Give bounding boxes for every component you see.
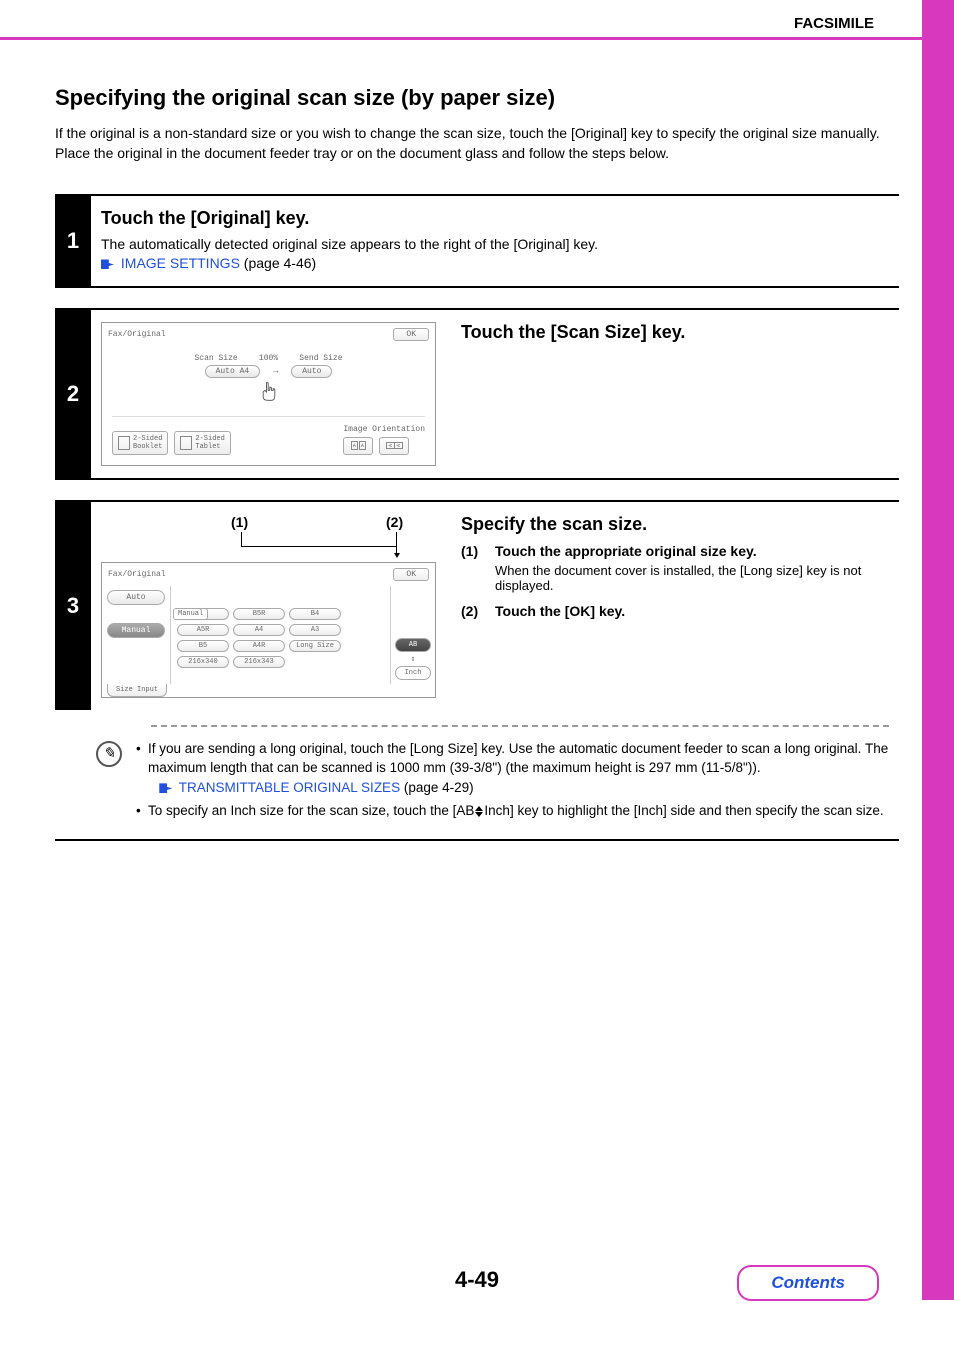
- orientation-label: Image Orientation: [343, 425, 425, 434]
- tablet-icon: [180, 436, 192, 450]
- size-a5r-button[interactable]: A5R: [177, 624, 229, 636]
- note-2: To specify an Inch size for the scan siz…: [136, 801, 889, 821]
- step1-desc-text: The automatically detected original size…: [101, 236, 598, 252]
- scan-size-label: Scan Size: [181, 354, 251, 363]
- step-1: 1 Touch the [Original] key. The automati…: [55, 194, 899, 288]
- step2-title: Touch the [Scan Size] key.: [461, 322, 889, 343]
- transmittable-sizes-link[interactable]: TRANSMITTABLE ORIGINAL SIZES: [179, 780, 400, 795]
- callout-2: (2): [386, 514, 403, 530]
- note-1: If you are sending a long original, touc…: [136, 739, 889, 798]
- link-page-ref: (page 4-29): [400, 780, 474, 795]
- two-sided-booklet-button[interactable]: 2-Sided Booklet: [112, 431, 168, 455]
- step-number: 2: [55, 310, 91, 478]
- orientation-landscape-button[interactable]: AA: [379, 437, 409, 455]
- sub2-title: Touch the [OK] key.: [495, 603, 625, 619]
- ab-inch-toggle-icon: [475, 802, 483, 821]
- step-2: 2 Fax/Original OK Scan Size 100% Send Si…: [55, 308, 899, 480]
- scan-size-button[interactable]: Auto A4: [205, 365, 261, 378]
- step1-title: Touch the [Original] key.: [101, 208, 889, 229]
- link-page-ref: (page 4-46): [240, 255, 316, 271]
- page-title: Specifying the original scan size (by pa…: [55, 85, 899, 111]
- booklet-label: 2-Sided Booklet: [133, 435, 162, 451]
- screen-title: Fax/Original: [108, 570, 166, 579]
- screen-title: Fax/Original: [108, 330, 166, 339]
- contents-button[interactable]: Contents: [737, 1265, 879, 1301]
- step-3: 3 (1) (2) Fax/Original OK: [55, 500, 899, 842]
- arrow-icon: →: [273, 366, 278, 376]
- page-number: 4-49: [455, 1267, 499, 1293]
- tablet-label: 2-Sided Tablet: [195, 435, 224, 451]
- link-arrow-icon: [159, 783, 172, 793]
- link-arrow-icon: [101, 259, 114, 269]
- send-size-button[interactable]: Auto: [291, 365, 332, 378]
- orientation-portrait-button[interactable]: AA: [343, 437, 373, 455]
- size-a4r-button[interactable]: A4R: [233, 640, 285, 652]
- section-label: FACSIMILE: [794, 15, 874, 32]
- swap-icon: ⇕: [411, 654, 416, 664]
- size-input-tab[interactable]: Size Input: [107, 684, 167, 697]
- step-number: 1: [55, 196, 91, 286]
- manual-tab[interactable]: Manual: [107, 623, 165, 638]
- size-a4-button[interactable]: A4: [233, 624, 285, 636]
- intro-paragraph: If the original is a non-standard size o…: [55, 123, 899, 164]
- sub1-desc: When the document cover is installed, th…: [495, 563, 889, 593]
- send-size-label: Send Size: [286, 354, 356, 363]
- size-long-button[interactable]: Long Size: [289, 640, 341, 652]
- step-number: 3: [55, 502, 91, 710]
- sub2-num: (2): [461, 603, 485, 619]
- step1-desc: The automatically detected original size…: [101, 235, 889, 274]
- auto-tab[interactable]: Auto: [107, 590, 165, 605]
- sub1-num: (1): [461, 543, 485, 593]
- image-settings-link[interactable]: IMAGE SETTINGS: [121, 255, 240, 271]
- ok-button[interactable]: OK: [393, 328, 429, 341]
- manual-sublabel: Manual: [173, 608, 208, 620]
- two-sided-tablet-button[interactable]: 2-Sided Tablet: [174, 431, 230, 455]
- size-216x343-button[interactable]: 216x343: [233, 656, 285, 668]
- step3-title: Specify the scan size.: [461, 514, 889, 535]
- ok-button[interactable]: OK: [393, 568, 429, 581]
- note-icon: ✎: [96, 741, 122, 767]
- touch-cursor-icon: [260, 382, 278, 402]
- fax-original-screen: Fax/Original OK Scan Size 100% Send Size…: [101, 322, 436, 466]
- sub1-title: Touch the appropriate original size key.: [495, 543, 757, 559]
- size-b4-button[interactable]: B4: [289, 608, 341, 620]
- unit-inch-button[interactable]: Inch: [395, 666, 431, 680]
- size-216x340-button[interactable]: 216x340: [177, 656, 229, 668]
- callout-1: (1): [231, 514, 248, 530]
- fax-original-size-screen: Fax/Original OK Auto Manual Manual: [101, 562, 436, 698]
- size-b5r-button[interactable]: B5R: [233, 608, 285, 620]
- booklet-icon: [118, 436, 130, 450]
- size-b5-button[interactable]: B5: [177, 640, 229, 652]
- unit-ab-button[interactable]: AB: [395, 638, 431, 652]
- size-a3-button[interactable]: A3: [289, 624, 341, 636]
- percent-label: 100%: [259, 354, 278, 363]
